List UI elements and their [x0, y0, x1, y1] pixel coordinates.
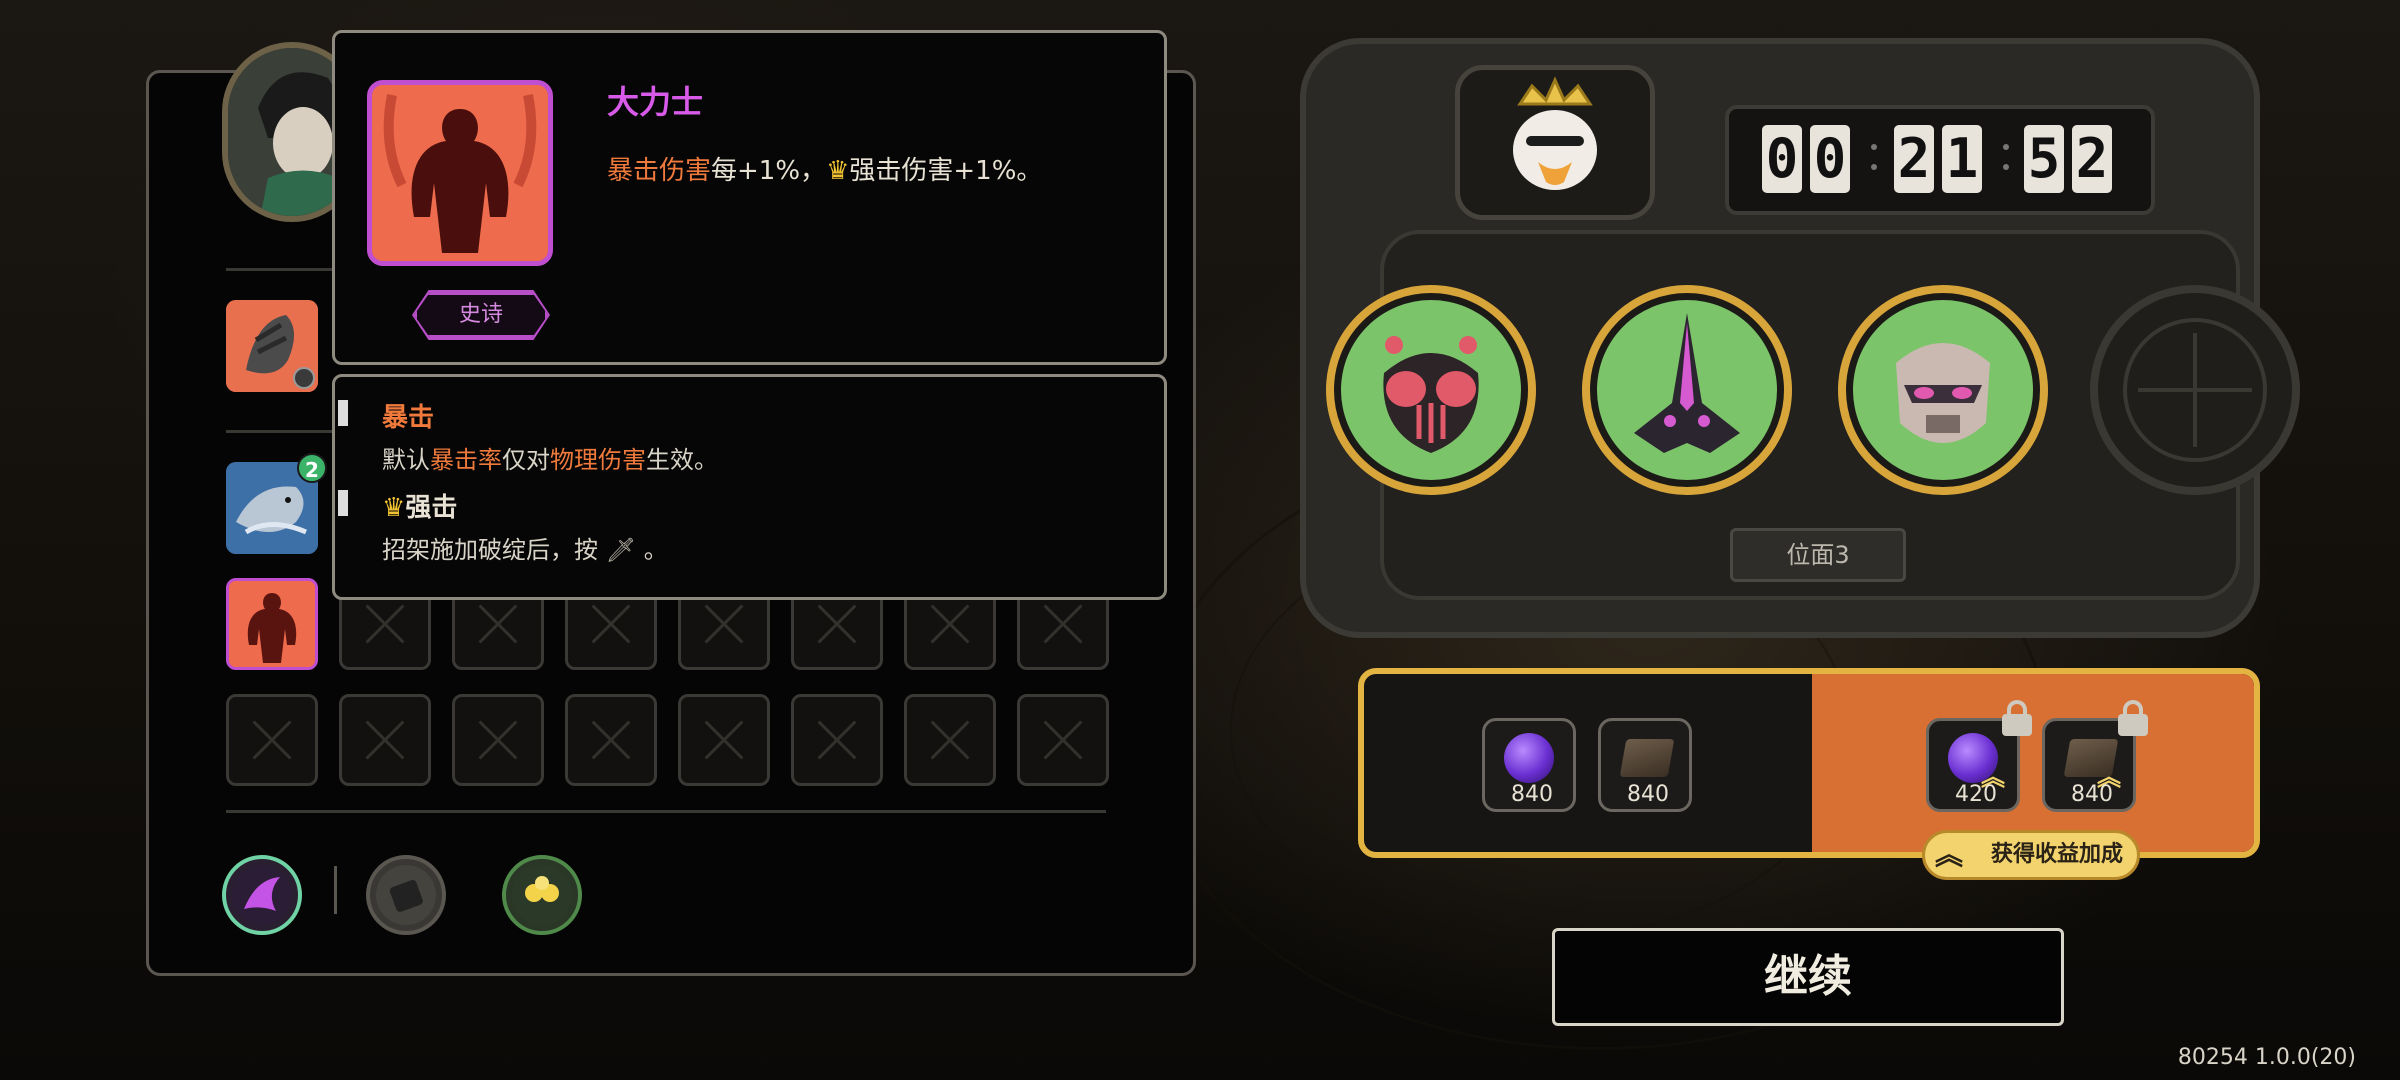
version-label: 80254 1.0.0(20): [2177, 1045, 2356, 1070]
crown-icon: ♛: [826, 156, 850, 186]
lock-icon: [2116, 700, 2150, 736]
purple-orb-icon: [1504, 733, 1554, 783]
timer-digit: 0: [1810, 125, 1850, 193]
yellow-orbs-icon[interactable]: [502, 855, 582, 935]
empty-slot[interactable]: [565, 694, 657, 786]
keyword-crit-desc: 默认暴击率仅对物理伤害生效。: [382, 440, 718, 475]
empty-slot[interactable]: [904, 694, 996, 786]
desc-text: 每+1%，: [711, 156, 827, 186]
strongman-icon: [367, 80, 553, 266]
crown-icon: ♛: [382, 493, 406, 523]
book-icon: [1619, 739, 1675, 777]
timer-digit: 2: [2072, 125, 2112, 193]
reward-value: 420: [1955, 782, 1997, 807]
reward-value: 840: [1627, 782, 1669, 807]
boss-slot-masked[interactable]: [1838, 285, 2048, 495]
empty-slot[interactable]: [1017, 694, 1109, 786]
boss-slot-empty[interactable]: [2090, 285, 2300, 495]
empty-slot[interactable]: [226, 694, 318, 786]
inventory-row-4: [226, 694, 1109, 786]
double-chevron-up-icon: ︽: [1934, 838, 1963, 871]
boss-slot-horned[interactable]: [1582, 285, 1792, 495]
desc-text: 。: [643, 536, 668, 564]
desc-text: 默认: [382, 446, 430, 474]
purple-skill-icon[interactable]: [222, 855, 302, 935]
reward-value: 840: [2071, 782, 2113, 807]
icon-separator: [334, 866, 337, 914]
desc-text: 招架施加破绽后，按: [382, 536, 598, 564]
section-marker: [338, 490, 348, 516]
item-description: 暴击伤害每+1%，♛强击伤害+1%。: [607, 150, 1042, 187]
timer-digit: 2: [1894, 125, 1934, 193]
timer-digit: 5: [2024, 125, 2064, 193]
desc-text: 仅对: [502, 446, 550, 474]
keyword-strong-title: ♛强击: [382, 487, 457, 524]
continue-button[interactable]: 继续: [1552, 928, 2064, 1026]
sword-icon: 🗡: [605, 536, 637, 564]
empty-slot[interactable]: [678, 694, 770, 786]
timer-digit: 1: [1942, 125, 1982, 193]
empty-slot[interactable]: [452, 694, 544, 786]
keyword-crit-damage[interactable]: 暴击伤害: [607, 156, 711, 186]
item-stack-badge: 2: [297, 453, 327, 483]
king-portrait[interactable]: [1455, 65, 1655, 220]
keyword-crit-rate: 暴击率: [430, 446, 502, 474]
keyword-strong-label: 强击: [405, 493, 458, 523]
item-slot-strongman-selected[interactable]: [226, 578, 318, 670]
section-marker: [338, 400, 348, 426]
timer-colon: [2003, 140, 2009, 176]
keyword-crit-title: 暴击: [382, 403, 435, 433]
keyword-strong-desc: 招架施加破绽后，按 🗡 。: [382, 530, 668, 565]
empty-slot[interactable]: [339, 694, 431, 786]
scroll-item-icon[interactable]: [366, 855, 446, 935]
desc-text: 生效。: [646, 446, 718, 474]
keyword-physical-damage: 物理伤害: [550, 446, 646, 474]
timer-colon: [1871, 140, 1877, 176]
desc-text: 强击伤害+1%。: [849, 156, 1043, 186]
rarity-tag: 史诗: [414, 292, 548, 338]
timer-digit: 0: [1762, 125, 1802, 193]
lock-icon: [2000, 700, 2034, 736]
boss-slot-beetle[interactable]: [1326, 285, 1536, 495]
item-slot-claw[interactable]: [226, 300, 318, 392]
panel-divider: [226, 810, 1106, 813]
item-title: 大力士: [607, 83, 704, 121]
reward-value: 840: [1511, 782, 1553, 807]
empty-slot[interactable]: [791, 694, 883, 786]
plane-label: 位面3: [1730, 528, 1906, 582]
